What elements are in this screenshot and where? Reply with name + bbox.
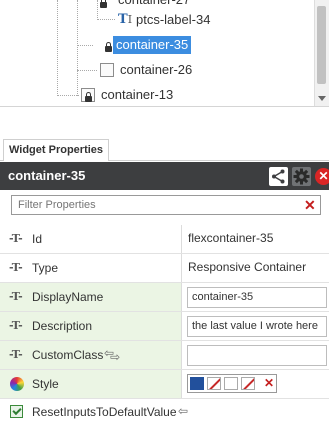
panel-splitter[interactable] (0, 107, 329, 137)
scroll-down-icon[interactable] (318, 96, 326, 101)
property-value-cell: Responsive Container (182, 254, 329, 282)
property-label: Style (32, 377, 59, 391)
string-type-icon: -T- (9, 232, 23, 245)
property-name-cell: -T- Id (0, 225, 180, 253)
tree-node-container-27[interactable]: container-27 (98, 0, 278, 9)
property-label: Id (32, 232, 43, 246)
property-row-type: -T- Type Responsive Container (0, 254, 329, 283)
lock-icon (105, 42, 112, 52)
tree-connector (77, 45, 93, 46)
style-picker[interactable]: ✕ (187, 374, 277, 393)
clear-style-icon[interactable]: ✕ (264, 376, 274, 390)
property-value: flexcontainer-35 (188, 231, 274, 245)
border-color-swatch[interactable] (241, 377, 255, 390)
service-icon (10, 405, 23, 418)
string-type-icon: -T- (9, 261, 23, 274)
container-icon (100, 63, 114, 77)
service-row-reset-inputs[interactable]: ResetInputsToDefaultValue ⇦ (0, 399, 329, 425)
binding-in-icon[interactable]: ⇦ (178, 404, 188, 418)
scrollbar-thumb[interactable] (317, 6, 326, 84)
filter-bar: ✕ (0, 190, 329, 220)
tree-connector (57, 95, 79, 96)
property-value: Responsive Container (188, 260, 307, 274)
tree-node-label: container-27 (118, 0, 190, 9)
property-value-cell: the last value I wrote here (182, 312, 329, 340)
color-wheel-icon (10, 377, 24, 391)
label-widget-icon: TI (118, 12, 133, 27)
description-input[interactable]: the last value I wrote here (187, 316, 327, 337)
property-row-displayname: -T- DisplayName container-35 (0, 283, 329, 312)
tree-node-ptcs-label-34[interactable]: TI ptcs-label-34 (116, 11, 256, 29)
tree-node-container-26[interactable]: container-26 (98, 61, 218, 79)
share-button[interactable] (269, 167, 288, 186)
property-row-customclass: -T- CustomClass ⇦⇨ (0, 341, 329, 370)
string-type-icon: -T- (9, 319, 23, 332)
tree-node-label: container-26 (120, 62, 193, 77)
tree-connector (57, 0, 58, 96)
tree-connector (77, 70, 97, 71)
property-value-cell: container-35 (182, 283, 329, 311)
customclass-input[interactable] (187, 345, 327, 366)
tree-connector (97, 19, 115, 20)
lock-icon (100, 0, 107, 8)
text-color-swatch[interactable] (224, 377, 238, 390)
tree-connector (77, 0, 78, 96)
property-row-description: -T- Description the last value I wrote h… (0, 312, 329, 341)
tree-node-container-13[interactable]: container-13 (80, 86, 200, 104)
tree-node-label: container-35 (113, 36, 192, 54)
share-icon (272, 169, 285, 184)
property-name-cell: -T- Type (0, 254, 180, 282)
property-name-cell: -T- Description (0, 312, 180, 340)
properties-tab-bar: Widget Properties (0, 138, 329, 161)
string-type-icon: -T- (9, 348, 23, 361)
tree-scrollbar[interactable] (314, 0, 329, 106)
close-button[interactable]: ✕ (315, 168, 329, 185)
property-name-cell: -T- CustomClass ⇦⇨ (0, 341, 180, 369)
selected-widget-title: container-35 (8, 168, 86, 183)
filter-properties-input[interactable] (11, 195, 321, 215)
tab-widget-properties[interactable]: Widget Properties (3, 139, 110, 161)
property-label: DisplayName (32, 290, 104, 304)
property-label: CustomClass (32, 348, 104, 362)
property-grid: -T- Id flexcontainer-35 -T- Type Respons… (0, 225, 329, 425)
property-row-id: -T- Id flexcontainer-35 (0, 225, 329, 254)
widget-tree: container-27 TI ptcs-label-34 container-… (0, 0, 329, 107)
secondary-color-swatch[interactable] (207, 377, 221, 390)
displayname-input[interactable]: container-35 (187, 287, 327, 308)
property-value-cell (182, 341, 329, 369)
string-type-icon: -T- (9, 290, 23, 303)
property-label: Type (32, 261, 59, 275)
tree-node-label: ptcs-label-34 (136, 12, 211, 27)
binding-in-out-icon[interactable]: ⇦⇨ (104, 346, 124, 364)
tree-node-container-35[interactable]: container-35 (93, 36, 213, 54)
property-value-cell: flexcontainer-35 (182, 225, 329, 253)
service-label: ResetInputsToDefaultValue (32, 405, 177, 419)
tree-node-label: container-13 (101, 87, 174, 102)
properties-header: container-35 ✕ (0, 162, 329, 190)
property-name-cell: Style (0, 370, 180, 398)
clear-filter-icon[interactable]: ✕ (304, 197, 316, 214)
property-value-cell: ✕ (182, 370, 329, 398)
settings-button[interactable] (292, 167, 311, 186)
property-label: Description (32, 319, 93, 333)
background-color-swatch[interactable] (190, 377, 204, 390)
property-name-cell: -T- DisplayName (0, 283, 180, 311)
lock-icon (85, 92, 92, 102)
property-row-style: Style ✕ (0, 370, 329, 399)
gear-icon (293, 168, 310, 185)
